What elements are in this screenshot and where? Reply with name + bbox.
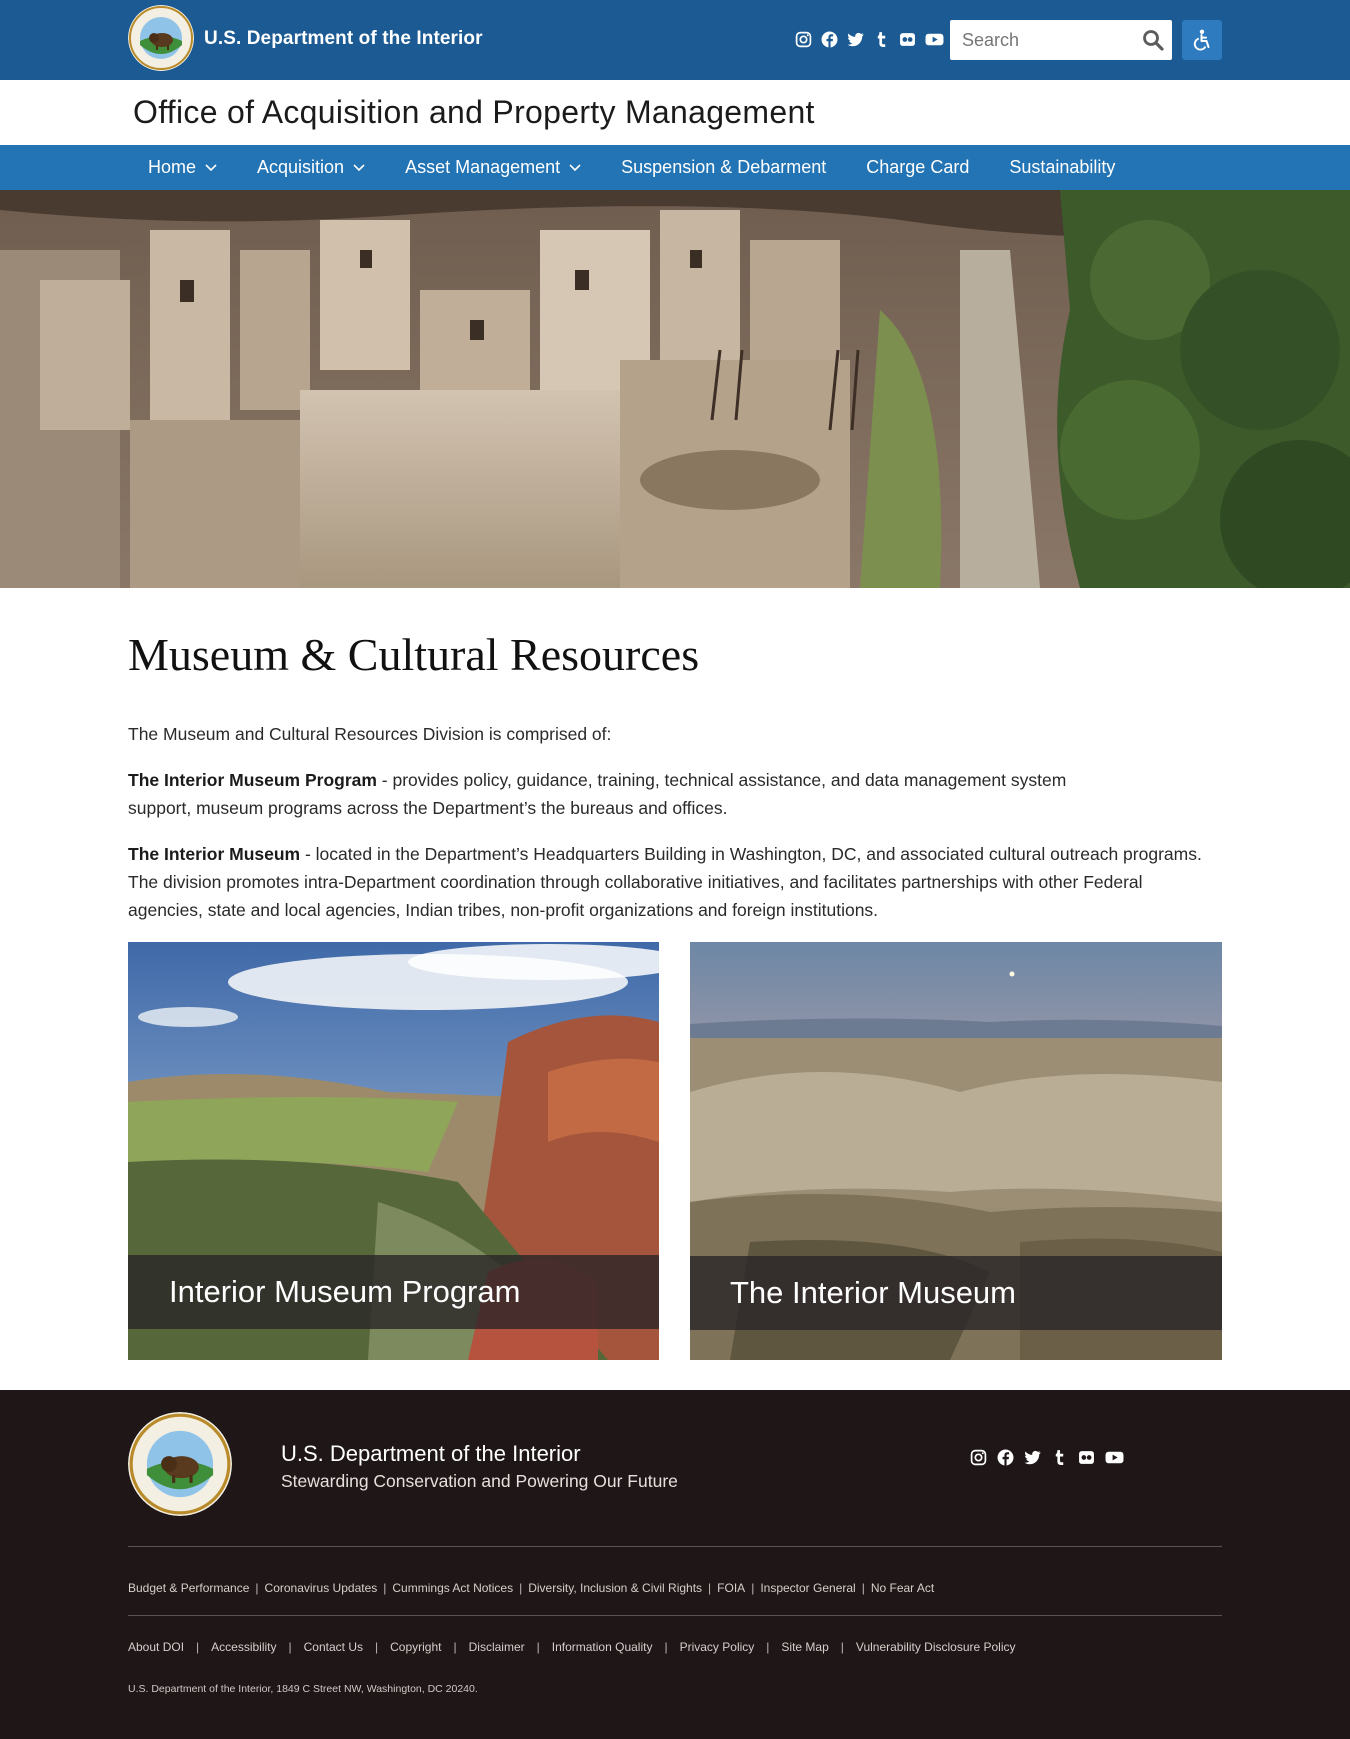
nav-item-label: Home: [148, 157, 197, 177]
footer-link-inspector-general[interactable]: Inspector General: [760, 1581, 855, 1595]
card-caption: The Interior Museum: [690, 1256, 1222, 1330]
tumblr-icon[interactable]: [1051, 1449, 1068, 1466]
facebook-icon[interactable]: [821, 31, 838, 48]
wheelchair-icon: [1193, 29, 1210, 51]
footer-link-copyright[interactable]: Copyright: [390, 1640, 441, 1654]
footer-link-no-fear-act[interactable]: No Fear Act: [871, 1581, 934, 1595]
link-separator: |: [861, 1581, 865, 1595]
flickr-icon[interactable]: [1078, 1449, 1095, 1466]
card-the-interior-museum[interactable]: The Interior Museum: [690, 942, 1222, 1360]
youtube-icon[interactable]: [1105, 1449, 1124, 1466]
nav-item-asset-management[interactable]: Asset Management: [385, 145, 601, 190]
footer-link-about-doi[interactable]: About DOI: [128, 1640, 184, 1654]
footer-link-disclaimer[interactable]: Disclaimer: [469, 1640, 525, 1654]
nav-item-suspension-debarment[interactable]: Suspension & Debarment: [601, 145, 846, 190]
link-separator: |: [196, 1640, 200, 1654]
nav-item-acquisition[interactable]: Acquisition: [237, 145, 385, 190]
footer-link-diversity[interactable]: Diversity, Inclusion & Civil Rights: [528, 1581, 702, 1595]
nav-item-label: Asset Management: [405, 157, 561, 177]
footer-link-coronavirus-updates[interactable]: Coronavirus Updates: [265, 1581, 378, 1595]
nav-item-charge-card[interactable]: Charge Card: [846, 145, 989, 190]
footer-doi-seal-logo[interactable]: [128, 1412, 232, 1516]
footer-links-secondary: About DOI | Accessibility | Contact Us | Co…: [128, 1640, 1016, 1654]
chevron-down-icon: [569, 163, 581, 171]
link-separator: |: [383, 1581, 387, 1595]
footer-link-contact-us[interactable]: Contact Us: [304, 1640, 363, 1654]
link-separator: |: [766, 1640, 770, 1654]
footer-links-primary: Budget & Performance | Coronavirus Update…: [128, 1581, 934, 1595]
nav-item-label: Charge Card: [866, 157, 970, 177]
footer-social-links: [970, 1449, 1124, 1466]
search-box: [950, 20, 1172, 60]
instagram-icon[interactable]: [795, 31, 812, 48]
link-separator: |: [664, 1640, 668, 1654]
footer-agency-name[interactable]: U.S. Department of the Interior: [281, 1441, 581, 1467]
footer-link-privacy-policy[interactable]: Privacy Policy: [680, 1640, 755, 1654]
nav-item-sustainability[interactable]: Sustainability: [989, 145, 1135, 190]
instagram-icon[interactable]: [970, 1449, 987, 1466]
nav-item-home[interactable]: Home: [128, 145, 237, 190]
footer-tagline: Stewarding Conservation and Powering Our…: [281, 1471, 678, 1491]
site-footer: U.S. Department of the Interior Stewardi…: [0, 1390, 1350, 1739]
link-separator: |: [536, 1640, 540, 1654]
chevron-down-icon: [205, 163, 217, 171]
footer-link-budget-performance[interactable]: Budget & Performance: [128, 1581, 249, 1595]
youtube-icon[interactable]: [925, 31, 944, 48]
footer-address: U.S. Department of the Interior, 1849 C …: [128, 1683, 478, 1695]
footer-link-foia[interactable]: FOIA: [717, 1581, 745, 1595]
footer-link-information-quality[interactable]: Information Quality: [552, 1640, 653, 1654]
nav-item-label: Acquisition: [257, 157, 345, 177]
top-header: U.S. Department of the Interior: [0, 0, 1350, 80]
footer-divider: [128, 1615, 1222, 1616]
agency-name[interactable]: U.S. Department of the Interior: [204, 28, 483, 50]
chevron-down-icon: [353, 163, 365, 171]
twitter-icon[interactable]: [847, 31, 864, 48]
footer-divider: [128, 1546, 1222, 1547]
tumblr-icon[interactable]: [873, 31, 890, 48]
program-description: The Interior Museum Program - provides p…: [128, 766, 1128, 822]
header-social-links: [795, 31, 944, 48]
footer-link-accessibility[interactable]: Accessibility: [211, 1640, 276, 1654]
museum-term: The Interior Museum: [128, 844, 301, 864]
search-input[interactable]: [950, 20, 1140, 60]
hero-image-cliff-dwellings: [0, 190, 1350, 588]
nav-item-label: Suspension & Debarment: [621, 157, 827, 177]
footer-link-site-map[interactable]: Site Map: [781, 1640, 828, 1654]
link-separator: |: [519, 1581, 523, 1595]
office-title[interactable]: Office of Acquisition and Property Manag…: [133, 94, 815, 131]
link-separator: |: [255, 1581, 259, 1595]
museum-description: The Interior Museum - located in the Dep…: [128, 840, 1208, 924]
page-title: Museum & Cultural Resources: [128, 629, 700, 680]
flickr-icon[interactable]: [899, 31, 916, 48]
doi-seal-logo[interactable]: [128, 5, 194, 71]
link-separator: |: [751, 1581, 755, 1595]
link-separator: |: [453, 1640, 457, 1654]
card-interior-museum-program[interactable]: Interior Museum Program: [128, 942, 659, 1360]
link-separator: |: [840, 1640, 844, 1654]
link-separator: |: [708, 1581, 712, 1595]
facebook-icon[interactable]: [997, 1449, 1014, 1466]
program-term: The Interior Museum Program: [128, 770, 377, 790]
link-separator: |: [375, 1640, 379, 1654]
accessibility-button[interactable]: [1182, 20, 1222, 60]
search-icon[interactable]: [1142, 29, 1164, 51]
nav-item-label: Sustainability: [1009, 157, 1116, 177]
footer-link-vulnerability-disclosure[interactable]: Vulnerability Disclosure Policy: [856, 1640, 1016, 1654]
card-caption: Interior Museum Program: [128, 1255, 659, 1329]
main-nav: Home Acquisition Asset Management Suspen…: [0, 145, 1350, 190]
link-separator: |: [288, 1640, 292, 1654]
twitter-icon[interactable]: [1024, 1449, 1041, 1466]
intro-text: The Museum and Cultural Resources Divisi…: [128, 724, 612, 744]
footer-link-cummings-act[interactable]: Cummings Act Notices: [392, 1581, 513, 1595]
